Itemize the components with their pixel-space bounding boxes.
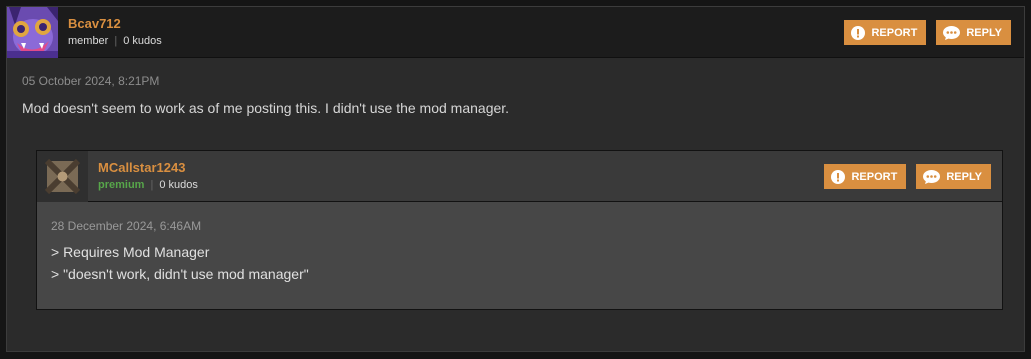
comment-body: 05 October 2024, 8:21PM Mod doesn't seem… xyxy=(7,58,1024,116)
reply-label: REPLY xyxy=(966,26,1002,39)
reply-user-role: premium xyxy=(98,179,145,191)
reply-card: MCallstar1243 premium | 0 kudos REPORT R… xyxy=(36,150,1003,310)
comment-text: Mod doesn't seem to work as of me postin… xyxy=(22,100,510,116)
reply-reply-button[interactable]: REPLY xyxy=(916,164,991,189)
kudos-count: 0 kudos xyxy=(123,35,162,47)
alert-circle-icon xyxy=(831,169,846,184)
speech-bubble-icon xyxy=(943,25,961,40)
reply-user-info: MCallstar1243 premium | 0 kudos xyxy=(98,160,198,192)
meta-separator: | xyxy=(114,35,118,47)
user-info: Bcav712 member | 0 kudos xyxy=(68,16,162,48)
username[interactable]: Bcav712 xyxy=(68,16,162,32)
user-meta: member | 0 kudos xyxy=(68,35,162,48)
user-avatar[interactable] xyxy=(7,6,58,58)
reply-header: MCallstar1243 premium | 0 kudos REPORT R… xyxy=(37,150,1002,202)
reply-username[interactable]: MCallstar1243 xyxy=(98,160,198,176)
reply-kudos-count: 0 kudos xyxy=(159,179,198,191)
reply-report-button[interactable]: REPORT xyxy=(824,164,907,189)
user-role: member xyxy=(68,35,109,47)
reply-date: 28 December 2024, 6:46AM xyxy=(51,219,202,233)
comment-actions: REPORT REPLY xyxy=(844,20,1011,45)
reply-quote-line: > Requires Mod Manager xyxy=(51,244,210,260)
alert-circle-icon xyxy=(851,25,866,40)
speech-bubble-icon xyxy=(923,169,941,184)
reply-quote-line: > "doesn't work, didn't use mod manager" xyxy=(51,266,309,282)
reply-button[interactable]: REPLY xyxy=(936,20,1011,45)
reply-body: 28 December 2024, 6:46AM > Requires Mod … xyxy=(37,202,1002,282)
reply-user-avatar[interactable] xyxy=(37,150,88,202)
comment-date: 05 October 2024, 8:21PM xyxy=(22,74,160,88)
meta-separator: | xyxy=(150,179,154,191)
reply-label: REPLY xyxy=(946,170,982,183)
comment-header: Bcav712 member | 0 kudos REPORT REPLY xyxy=(7,6,1024,58)
report-button[interactable]: REPORT xyxy=(844,20,927,45)
report-label: REPORT xyxy=(871,26,918,39)
report-label: REPORT xyxy=(851,170,898,183)
reply-user-meta: premium | 0 kudos xyxy=(98,179,198,192)
reply-actions: REPORT REPLY xyxy=(824,164,991,189)
